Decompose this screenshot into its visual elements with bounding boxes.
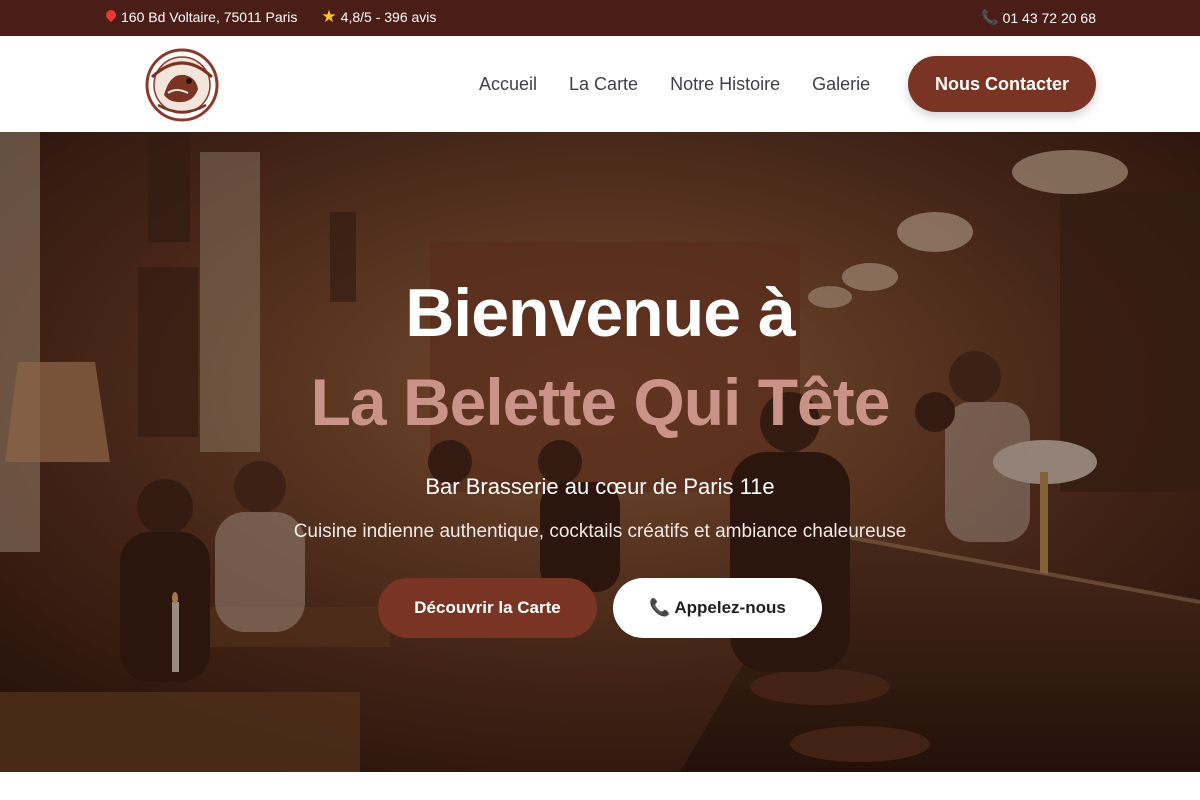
map-pin-icon	[105, 10, 117, 25]
rating: ★ 4,8/5 - 396 avis	[321, 7, 437, 26]
hero-title-line1: Bienvenue à	[405, 275, 796, 351]
nav-la-carte[interactable]: La Carte	[569, 74, 638, 95]
top-info-bar: 160 Bd Voltaire, 75011 Paris ★ 4,8/5 - 3…	[0, 0, 1200, 36]
hero-title-line2: La Belette Qui Tête	[310, 365, 891, 439]
nav-notre-histoire[interactable]: Notre Histoire	[670, 74, 780, 95]
phone-icon: 📞	[649, 598, 671, 617]
page-below-hero	[0, 772, 1200, 800]
discover-menu-button[interactable]: Découvrir la Carte	[378, 578, 597, 638]
nav-accueil[interactable]: Accueil	[479, 74, 537, 95]
call-us-label: Appelez-nous	[674, 598, 786, 617]
main-nav: Accueil La Carte Notre Histoire Galerie	[479, 36, 870, 132]
contact-button[interactable]: Nous Contacter	[908, 56, 1096, 112]
hero-section: Bienvenue à La Belette Qui Tête Bar Bras…	[0, 132, 1200, 772]
rating-text: 4,8/5 - 396 avis	[340, 9, 437, 25]
nav-galerie[interactable]: Galerie	[812, 74, 870, 95]
restaurant-logo[interactable]	[144, 47, 220, 123]
phone-text: 01 43 72 20 68	[1002, 9, 1096, 26]
star-icon: ★	[321, 7, 337, 26]
phone-link[interactable]: 📞 01 43 72 20 68	[981, 9, 1096, 26]
hero-subtitle: Bar Brasserie au cœur de Paris 11e	[425, 474, 775, 499]
site-header: Accueil La Carte Notre Histoire Galerie …	[0, 36, 1200, 132]
call-us-button[interactable]: 📞 Appelez-nous	[613, 578, 822, 638]
hero-overlay	[0, 132, 1200, 772]
address-text: 160 Bd Voltaire, 75011 Paris	[121, 9, 298, 25]
address: 160 Bd Voltaire, 75011 Paris	[105, 9, 297, 25]
hero-tagline: Cuisine indienne authentique, cocktails …	[293, 521, 907, 542]
phone-icon: 📞	[981, 9, 999, 25]
